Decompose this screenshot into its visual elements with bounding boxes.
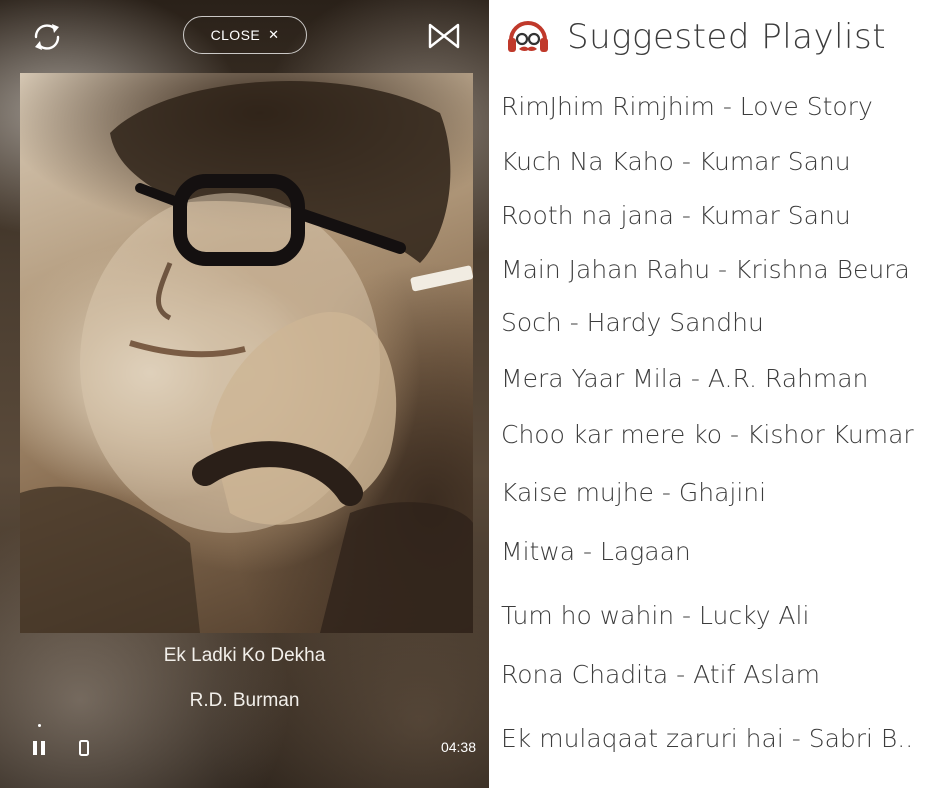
refresh-button[interactable] bbox=[26, 16, 68, 58]
close-button[interactable]: CLOSE ✕ bbox=[183, 16, 307, 54]
close-button-label: CLOSE bbox=[210, 27, 261, 43]
playlist-item[interactable]: Soch - Hardy Sandhu bbox=[501, 308, 937, 338]
track-artist: R.D. Burman bbox=[189, 690, 300, 711]
album-art bbox=[20, 73, 473, 633]
playlist-title: Suggested Playlist bbox=[567, 17, 887, 57]
playlist-item[interactable]: Mitwa - Lagaan bbox=[501, 537, 937, 567]
track-title: Ek Ladki Ko Dekha bbox=[163, 645, 326, 666]
close-icon: ✕ bbox=[268, 27, 280, 42]
playlist-item[interactable]: Ek mulaqaat zaruri hai - Sabri B.. bbox=[501, 724, 937, 754]
progress-indicator[interactable] bbox=[38, 724, 41, 727]
refresh-icon bbox=[34, 24, 60, 50]
player-top-bar: CLOSE ✕ bbox=[0, 0, 489, 72]
suggested-playlist-panel: Suggested Playlist RimJhim Rimjhim - Lov… bbox=[489, 0, 940, 788]
pause-button[interactable] bbox=[28, 736, 50, 760]
headphones-glasses-mustache-logo bbox=[508, 21, 548, 52]
playlist-item[interactable]: Rooth na jana - Kumar Sanu bbox=[501, 201, 937, 231]
playlist-item[interactable]: Kuch Na Kaho - Kumar Sanu bbox=[501, 147, 937, 177]
track-duration: 04:38 bbox=[440, 739, 476, 755]
device-button[interactable] bbox=[74, 736, 94, 760]
playlist-header: Suggested Playlist bbox=[505, 14, 886, 60]
album-art-portrait bbox=[20, 80, 473, 633]
playlist-item[interactable]: Tum ho wahin - Lucky Ali bbox=[501, 601, 937, 631]
player-panel: CLOSE ✕ Ek Ladki Ko Dekha R.D. Burman 04… bbox=[0, 0, 489, 788]
phone-device-icon bbox=[79, 740, 89, 756]
playlist-item[interactable]: Main Jahan Rahu - Krishna Beura bbox=[501, 255, 937, 285]
playlist-item[interactable]: Kaise mujhe - Ghajini bbox=[501, 478, 937, 508]
playlist-item[interactable]: Rona Chadita - Atif Aslam bbox=[501, 660, 937, 690]
playlist-item[interactable]: Mera Yaar Mila - A.R. Rahman bbox=[501, 364, 937, 394]
pause-icon bbox=[33, 741, 45, 755]
shuffle-button[interactable] bbox=[422, 16, 466, 56]
playlist-item[interactable]: Choo kar mere ko - Kishor Kumar bbox=[501, 420, 937, 450]
playlist-item[interactable]: RimJhim Rimjhim - Love Story bbox=[501, 92, 937, 122]
bowtie-shuffle-icon bbox=[428, 23, 460, 49]
